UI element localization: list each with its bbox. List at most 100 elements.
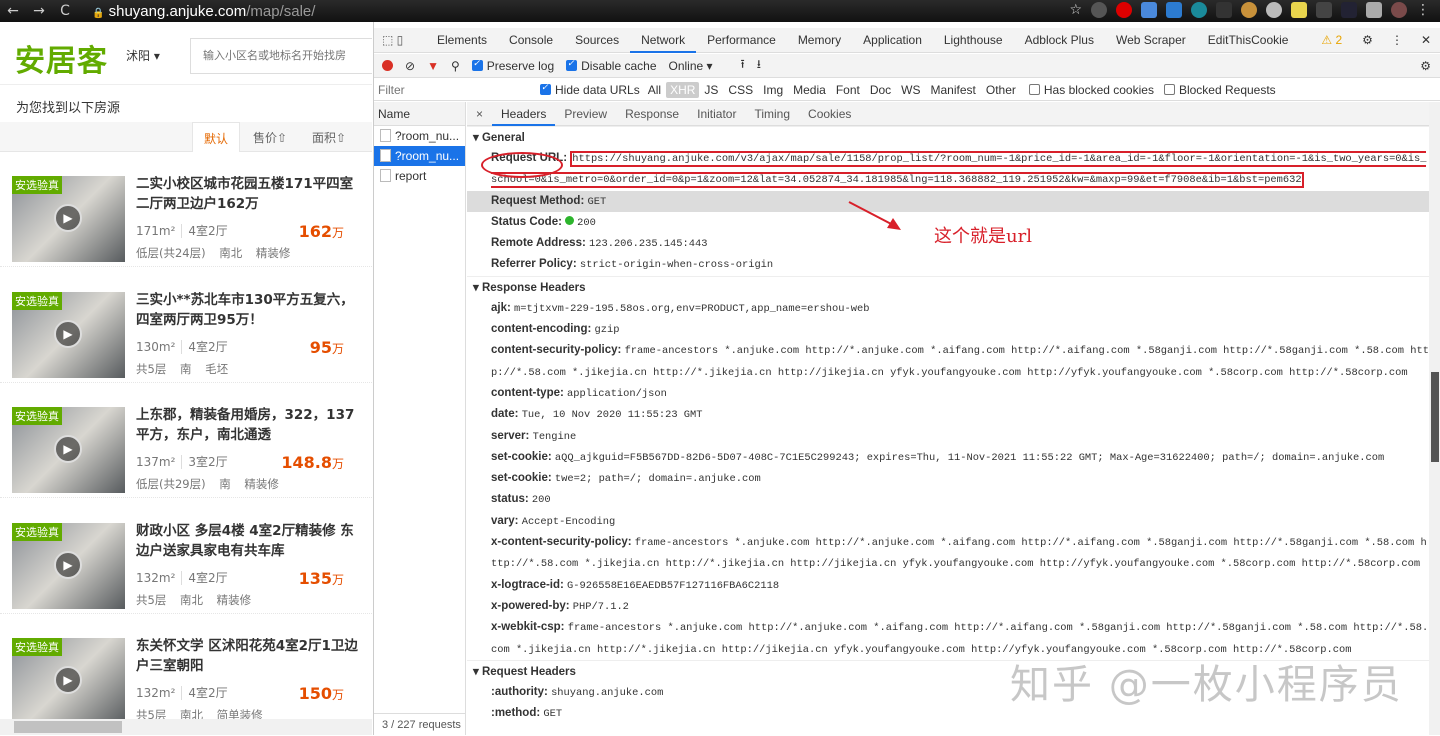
- play-icon[interactable]: ▶: [54, 435, 82, 463]
- search-input[interactable]: [190, 38, 372, 74]
- extension-icon[interactable]: [1341, 2, 1357, 18]
- listing-title[interactable]: 三实小**苏北车市130平方五复六，四室两厅两卫95万！: [136, 290, 364, 330]
- devtools-tab-network[interactable]: Network: [630, 28, 697, 53]
- filter-input[interactable]: [374, 82, 534, 97]
- play-icon[interactable]: ▶: [54, 204, 82, 232]
- vertical-scrollbar[interactable]: [1429, 102, 1440, 735]
- header-value[interactable]: https://shuyang.anjuke.com/v3/ajax/map/s…: [491, 151, 1427, 189]
- export-icon[interactable]: ⭳: [757, 55, 761, 76]
- detail-tab-timing[interactable]: Timing: [745, 102, 799, 126]
- back-button[interactable]: ←: [0, 3, 26, 19]
- header-value[interactable]: PHP/7.1.2: [573, 601, 629, 613]
- listing-photo[interactable]: 安选验真 ▶: [12, 407, 125, 493]
- devtools-tab-elements[interactable]: Elements: [426, 28, 498, 53]
- listing-card[interactable]: 安选验真 ▶ 东关怀文学 区沭阳花苑4室2厅1卫边户三室朝阳 132m² 4室2厅 …: [0, 614, 372, 729]
- header-value[interactable]: GET: [543, 708, 562, 720]
- request-item-selected[interactable]: ?room_nu...: [374, 146, 465, 166]
- adblock-icon[interactable]: [1116, 2, 1132, 18]
- request-item[interactable]: ?room_nu...: [374, 126, 465, 146]
- listing-title[interactable]: 上东郡，精装备用婚房，322，137平方，东户，南北通透: [136, 405, 364, 445]
- settings-icon[interactable]: ⚙: [1420, 59, 1431, 73]
- extension-icon[interactable]: [1091, 2, 1107, 18]
- cookie-icon[interactable]: [1241, 2, 1257, 18]
- devtools-tab-memory[interactable]: Memory: [787, 28, 852, 53]
- translate-icon[interactable]: [1141, 2, 1157, 18]
- type-filter-xhr[interactable]: XHR: [666, 81, 700, 98]
- warnings-badge[interactable]: ⚠ 2: [1321, 33, 1352, 47]
- extension-icon[interactable]: [1216, 2, 1232, 18]
- detail-tab-response[interactable]: Response: [616, 102, 688, 126]
- horizontal-scrollbar[interactable]: [0, 719, 372, 735]
- listing-photo[interactable]: 安选验真 ▶: [12, 176, 125, 262]
- bookmark-star-icon[interactable]: ☆: [1069, 2, 1082, 18]
- header-value[interactable]: Tue, 10 Nov 2020 11:55:23 GMT: [522, 409, 703, 421]
- detail-tab-preview[interactable]: Preview: [555, 102, 616, 126]
- header-value[interactable]: shuyang.anjuke.com: [551, 687, 663, 699]
- header-value[interactable]: 200: [532, 494, 551, 506]
- header-value[interactable]: Accept-Encoding: [522, 516, 616, 528]
- detail-tab-cookies[interactable]: Cookies: [799, 102, 860, 126]
- blocked-requests-checkbox[interactable]: Blocked Requests: [1163, 83, 1276, 97]
- detail-tab-headers[interactable]: Headers: [492, 102, 556, 126]
- listing-title[interactable]: 东关怀文学 区沭阳花苑4室2厅1卫边户三室朝阳: [136, 636, 364, 676]
- header-value[interactable]: twe=2; path=/; domain=.anjuke.com: [555, 473, 761, 485]
- hide-data-urls-checkbox[interactable]: Hide data URLs: [540, 82, 640, 97]
- listing-card[interactable]: 安选验真 ▶ 上东郡，精装备用婚房，322，137平方，东户，南北通透 137m²…: [0, 383, 372, 498]
- header-value[interactable]: Tengine: [533, 431, 577, 443]
- sort-area[interactable]: 面积⇧: [312, 122, 346, 152]
- preserve-log-checkbox[interactable]: Preserve log: [471, 58, 554, 73]
- header-value[interactable]: G-926558E16EAEDB57F127116FBA6C2118: [567, 580, 779, 592]
- type-filter-ws[interactable]: WS: [896, 83, 925, 97]
- devtools-tab-performance[interactable]: Performance: [696, 28, 787, 53]
- js-icon[interactable]: [1291, 2, 1307, 18]
- listing-title[interactable]: 财政小区 多层4楼 4室2厅精装修 东边户送家具家电有共车库: [136, 521, 364, 561]
- play-icon[interactable]: ▶: [54, 666, 82, 694]
- type-filter-css[interactable]: CSS: [723, 83, 758, 97]
- throttle-select[interactable]: Online ▾: [669, 59, 729, 73]
- blocked-cookies-checkbox[interactable]: Has blocked cookies: [1028, 83, 1154, 97]
- devtools-tab-application[interactable]: Application: [852, 28, 933, 53]
- listing-photo[interactable]: 安选验真 ▶: [12, 522, 125, 609]
- puzzle-icon[interactable]: [1366, 2, 1382, 18]
- type-filter-manifest[interactable]: Manifest: [926, 83, 981, 97]
- extension-icon[interactable]: [1166, 2, 1182, 18]
- header-value[interactable]: m=tjtxvm-229-195.58os.org,env=PRODUCT,ap…: [514, 303, 869, 315]
- search-icon[interactable]: ⚲: [451, 59, 460, 73]
- header-value[interactable]: strict-origin-when-cross-origin: [580, 259, 773, 271]
- disable-cache-checkbox[interactable]: Disable cache: [566, 58, 657, 73]
- name-column-header[interactable]: Name: [374, 102, 465, 126]
- reload-button[interactable]: C: [52, 3, 78, 19]
- address-bar[interactable]: 🔒 shuyang.anjuke.com/map/sale/: [92, 3, 315, 20]
- more-icon[interactable]: ⋮: [1383, 33, 1411, 47]
- record-icon[interactable]: [382, 60, 393, 71]
- devtools-tab-lighthouse[interactable]: Lighthouse: [933, 28, 1014, 53]
- general-section[interactable]: ▾ General: [467, 126, 1429, 148]
- listing-card[interactable]: 安选验真 ▶ 财政小区 多层4楼 4室2厅精装修 东边户送家具家电有共车库 132…: [0, 499, 372, 614]
- header-value[interactable]: gzip: [595, 324, 620, 336]
- type-filter-img[interactable]: Img: [758, 83, 788, 97]
- type-filter-all[interactable]: All: [643, 83, 666, 97]
- type-filter-media[interactable]: Media: [788, 83, 831, 97]
- filter-icon[interactable]: ▼: [427, 59, 439, 73]
- import-icon[interactable]: ⭱: [741, 55, 745, 76]
- request-item[interactable]: report: [374, 166, 465, 186]
- play-icon[interactable]: ▶: [54, 550, 82, 579]
- extension-icon[interactable]: [1266, 2, 1282, 18]
- listing-photo[interactable]: 安选验真 ▶: [12, 291, 125, 378]
- type-filter-doc[interactable]: Doc: [865, 83, 896, 97]
- devtools-tab-web-scraper[interactable]: Web Scraper: [1105, 28, 1197, 53]
- header-value[interactable]: aQQ_ajkguid=F5B567DD-82D6-5D07-408C-7C1E…: [555, 452, 1384, 464]
- header-value[interactable]: application/json: [567, 388, 667, 400]
- extension-icon[interactable]: [1191, 2, 1207, 18]
- type-filter-js[interactable]: JS: [699, 83, 723, 97]
- response-headers-section[interactable]: ▾ Response Headers: [467, 275, 1429, 298]
- devtools-tab-sources[interactable]: Sources: [564, 28, 630, 53]
- sort-price[interactable]: 售价⇧: [253, 122, 287, 152]
- devtools-tab-editthiscookie[interactable]: EditThisCookie: [1197, 28, 1300, 53]
- header-value[interactable]: frame-ancestors *.anjuke.com http://*.an…: [491, 537, 1427, 570]
- header-value[interactable]: 200: [577, 217, 596, 229]
- listing-card[interactable]: 安选验真 ▶ 三实小**苏北车市130平方五复六，四室两厅两卫95万！ 130m²…: [0, 268, 372, 383]
- inspect-icon[interactable]: ⬚ ▯: [374, 33, 426, 47]
- sort-default[interactable]: 默认: [192, 122, 240, 152]
- city-selector[interactable]: 沭阳 ▾: [126, 47, 160, 64]
